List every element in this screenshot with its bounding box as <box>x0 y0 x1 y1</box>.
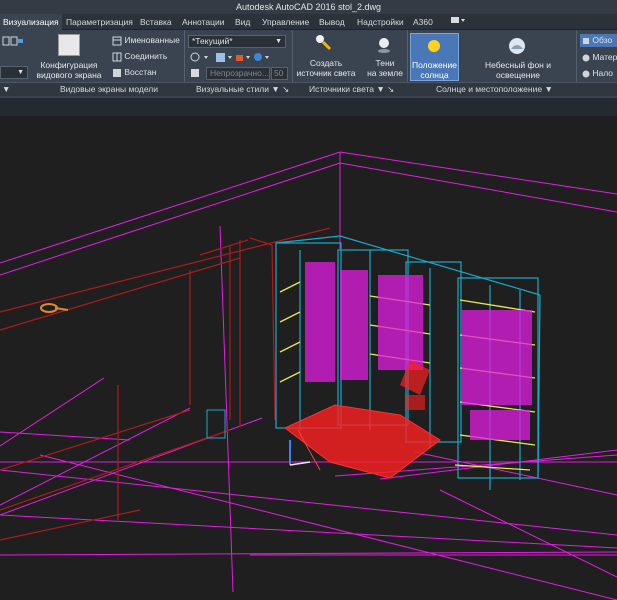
create-light-button[interactable]: Создать источник света <box>295 58 357 78</box>
tab-output[interactable]: Вывод <box>319 14 345 30</box>
tab-insert[interactable]: Вставка <box>140 14 172 30</box>
file-tab-strip <box>0 98 617 116</box>
visual-style-tool-icons <box>190 52 269 62</box>
opacity-control[interactable] <box>190 67 200 78</box>
tab-annotate[interactable]: Аннотации <box>182 14 225 30</box>
tab-view[interactable]: Вид <box>235 14 250 30</box>
ground-shadow-icon <box>375 36 393 54</box>
sun-status-label-1: Положение <box>412 60 457 70</box>
sky-background-icon <box>506 36 528 56</box>
tab-more-menu[interactable] <box>450 14 466 30</box>
create-light-icon <box>314 33 334 53</box>
create-light-label-1: Создать <box>309 58 343 68</box>
visual-style-value: *Текущий* <box>192 36 233 46</box>
ribbon-tab-bar: Визуализация Параметризация Вставка Анно… <box>0 14 617 30</box>
create-light-label-2: источник света <box>296 68 356 78</box>
named-viewports-button[interactable]: Именованные <box>112 35 180 46</box>
ground-shadow-label-2: на земле <box>367 68 403 78</box>
sun-icon <box>424 36 444 56</box>
render-item-3[interactable]: Нало <box>582 68 613 78</box>
panel-title-sun[interactable]: Солнце и местоположение ▼ <box>436 83 553 97</box>
ribbon-panel-titles: ▼ Видовые экраны модели Визуальные стили… <box>0 82 617 96</box>
model-wireframe <box>0 151 617 600</box>
render-item-2-label: Матер <box>592 52 617 62</box>
render-item-1[interactable]: Обзо <box>580 34 617 47</box>
partial-dropdown[interactable]: ▼ <box>0 66 28 79</box>
sun-status-label-2: солнца <box>420 70 449 80</box>
visual-style-dropdown[interactable]: *Текущий* ▼ <box>188 35 286 48</box>
restore-icon <box>113 68 121 77</box>
tab-manage[interactable]: Управление <box>262 14 309 30</box>
viewport-config-icon[interactable] <box>58 34 80 56</box>
inner-lines <box>0 227 331 541</box>
panel-title-lights[interactable]: Источники света ▼ ↘ <box>309 83 394 97</box>
viewport-config-label-1: Конфигурация <box>40 60 98 70</box>
render-item-3-label: Нало <box>592 68 614 78</box>
render-item-1-label: Обзо <box>592 35 613 45</box>
visual-style-tools[interactable] <box>190 52 280 65</box>
panel-title-lights-label: Источники света <box>309 84 375 94</box>
tab-parametric[interactable]: Параметризация <box>66 14 133 30</box>
opacity-label: Непрозрачно... <box>206 67 270 80</box>
window-title: Autodesk AutoCAD 2016 stol_2.dwg <box>0 0 617 14</box>
panel-title-visual-styles[interactable]: Визуальные стили ▼ ↘ <box>196 83 289 97</box>
ground-shadow-button[interactable]: Тени на земле <box>364 58 406 78</box>
sky-background-label: Небесный фон и освещение <box>485 60 551 80</box>
viewport-grid-icon[interactable] <box>2 36 24 48</box>
restore-viewports-label: Восстан <box>124 67 157 77</box>
opacity-icon <box>191 68 199 77</box>
ground-shadow-label-1: Тени <box>375 58 395 68</box>
panel-title-sun-label: Солнце и местоположение <box>436 84 543 94</box>
named-viewports-label: Именованные <box>124 35 180 45</box>
render-item-2[interactable]: Матер <box>582 52 617 62</box>
tab-visualize[interactable]: Визуализация <box>0 14 62 30</box>
more-tabs-icon <box>451 17 465 23</box>
viewport-config-label-2: видового экрана <box>36 70 102 80</box>
render-item-3-icon <box>582 70 590 78</box>
viewport-config-button[interactable]: Конфигурация видового экрана <box>34 60 104 80</box>
sun-status-text: Положение солнца <box>411 60 458 80</box>
render-item-2-icon <box>582 54 590 62</box>
opacity-value[interactable]: 50 <box>271 67 288 80</box>
restore-viewports-button[interactable]: Восстан <box>112 67 157 78</box>
panel-title-partial-arrow[interactable]: ▼ <box>2 83 10 97</box>
join-viewports-button[interactable]: Соединить <box>112 51 167 62</box>
named-viewports-icon <box>112 36 122 46</box>
wall-box <box>206 409 226 439</box>
join-icon <box>112 52 122 62</box>
tab-a360[interactable]: A360 <box>413 14 433 30</box>
tab-addins[interactable]: Надстройки <box>357 14 404 30</box>
panel-title-viewports[interactable]: Видовые экраны модели <box>60 83 158 97</box>
drawing-viewport[interactable] <box>0 116 617 600</box>
render-item-1-icon <box>583 37 589 44</box>
join-viewports-label: Соединить <box>124 51 168 61</box>
panel-title-visual-styles-label: Визуальные стили <box>196 84 269 94</box>
